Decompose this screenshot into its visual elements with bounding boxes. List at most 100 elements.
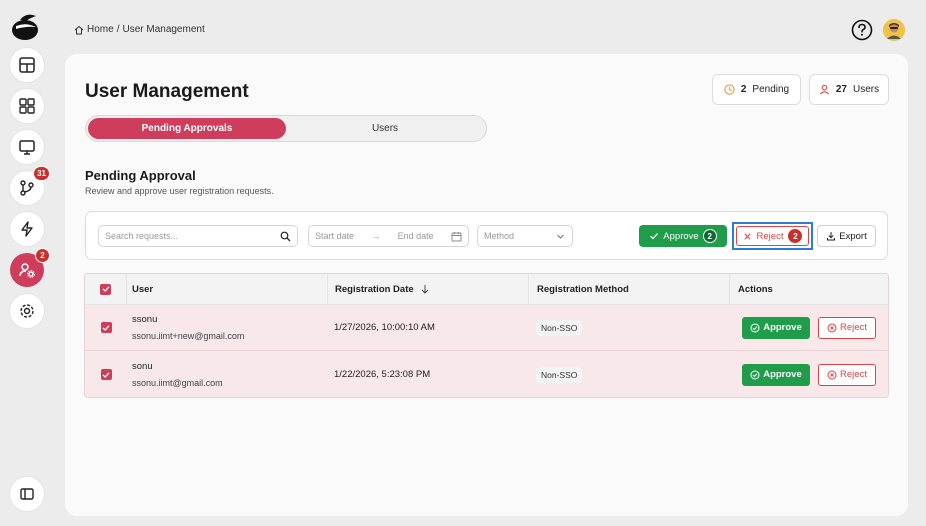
user-email: ssonu.iimt+new@gmail.com — [132, 331, 245, 341]
bulk-approve-label: Approve — [663, 230, 699, 242]
bulk-reject-count: 2 — [788, 229, 803, 243]
reject-label: Reject — [840, 322, 867, 333]
select-all-checkbox[interactable] — [100, 283, 111, 295]
pending-count-chip[interactable]: 2 Pending — [712, 74, 801, 105]
reject-label: Reject — [840, 369, 867, 380]
sidebar-item-settings[interactable] — [10, 294, 44, 328]
method-placeholder: Method — [484, 231, 515, 241]
user-cell: sonu ssonu.iimt@gmail.com — [127, 361, 327, 388]
main-panel: User Management 2 Pending 27 Users Pendi… — [65, 54, 908, 516]
search-placeholder: Search requests... — [105, 231, 179, 241]
x-circle-icon — [827, 323, 837, 332]
pending-label: Pending — [752, 84, 790, 95]
actions-cell: Approve Reject — [729, 305, 888, 350]
breadcrumb-separator: / — [116, 24, 120, 35]
row-checkbox[interactable] — [100, 322, 112, 333]
check-circle-icon — [750, 323, 760, 332]
tab-users[interactable]: Users — [286, 118, 484, 139]
end-date-placeholder: End date — [397, 231, 434, 241]
download-icon — [827, 232, 836, 241]
row-select-cell — [85, 351, 127, 397]
user-name: sonu — [132, 361, 153, 372]
monitor-icon — [19, 140, 35, 155]
close-icon — [743, 232, 751, 240]
breadcrumb-home[interactable]: Home — [87, 24, 114, 35]
users-count: 27 — [835, 84, 847, 95]
x-circle-icon — [827, 370, 837, 379]
sidebar-item-user-management[interactable]: 2 — [10, 248, 50, 287]
check-icon — [102, 324, 110, 331]
breadcrumb-current: User Management — [122, 24, 205, 35]
sidebar-item-apps[interactable] — [10, 89, 44, 123]
sort-desc-icon[interactable] — [420, 284, 430, 294]
date-range-picker[interactable]: Start date → End date — [308, 225, 469, 247]
reject-button[interactable]: Reject — [818, 363, 876, 386]
approve-label: Approve — [763, 369, 802, 380]
check-circle-icon — [750, 370, 760, 379]
column-header-registration-date[interactable]: Registration Date — [327, 274, 528, 304]
check-icon — [102, 371, 110, 378]
chevron-down-icon — [557, 234, 564, 239]
method-select[interactable]: Method — [477, 225, 573, 247]
check-icon — [650, 233, 659, 240]
avatar[interactable] — [883, 19, 905, 41]
users-count-chip[interactable]: 27 Users — [809, 74, 889, 105]
user-email: ssonu.iimt@gmail.com — [132, 378, 223, 388]
pull-requests-badge: 31 — [33, 166, 50, 181]
row-checkbox[interactable] — [100, 369, 112, 380]
search-icon — [280, 231, 291, 241]
page-title: User Management — [85, 81, 249, 102]
users-label: Users — [853, 84, 880, 95]
user-icon — [819, 84, 829, 95]
search-input[interactable]: Search requests... — [98, 225, 298, 247]
user-name: ssonu — [132, 314, 158, 325]
registration-date: 1/22/2026, 5:23:08 PM — [334, 369, 431, 380]
lightning-icon — [21, 221, 33, 237]
column-header-registration-method[interactable]: Registration Method — [528, 274, 729, 304]
bulk-approve-count: 2 — [702, 229, 717, 243]
sidebar-toggle-button[interactable] — [10, 477, 44, 511]
home-icon[interactable] — [74, 25, 84, 35]
pending-requests-table: User Registration Date Registration Meth… — [84, 273, 889, 398]
sidebar-item-monitor[interactable] — [10, 130, 44, 164]
column-header-user[interactable]: User — [127, 274, 327, 304]
sidebar-item-pull-requests[interactable]: 31 — [10, 166, 50, 205]
column-header-actions: Actions — [729, 274, 888, 304]
user-gear-icon — [19, 263, 35, 278]
approve-button[interactable]: Approve — [742, 316, 810, 339]
row-select-cell — [85, 305, 127, 350]
user-avatar-icon — [883, 19, 905, 41]
date-range-arrow: → — [371, 231, 381, 241]
section-title: Pending Approval — [85, 168, 196, 183]
select-all-cell — [85, 274, 127, 304]
app-logo-icon[interactable] — [10, 10, 42, 42]
export-button[interactable]: Export — [817, 225, 876, 247]
table-row: ssonu ssonu.iimt+new@gmail.com 1/27/2026… — [85, 305, 888, 351]
breadcrumb: Home / User Management — [74, 24, 205, 35]
approve-label: Approve — [763, 322, 802, 333]
user-cell: ssonu ssonu.iimt+new@gmail.com — [127, 314, 327, 341]
method-badge: Non-SSO — [536, 319, 583, 336]
gear-icon — [20, 304, 34, 318]
user-management-badge: 2 — [35, 248, 50, 263]
export-label: Export — [839, 230, 867, 242]
registration-date: 1/27/2026, 10:00:10 AM — [334, 322, 435, 333]
panel-toggle-icon — [20, 488, 34, 500]
bulk-reject-button[interactable]: Reject 2 — [732, 222, 813, 250]
method-cell: Non-SSO — [528, 366, 729, 383]
method-cell: Non-SSO — [528, 319, 729, 336]
reject-button[interactable]: Reject — [818, 316, 876, 339]
tab-pending-approvals[interactable]: Pending Approvals — [88, 118, 286, 139]
bulk-reject-label: Reject — [756, 230, 784, 242]
layout-icon — [19, 57, 35, 73]
help-icon[interactable] — [851, 19, 873, 41]
sidebar-item-activity[interactable] — [10, 212, 44, 246]
bulk-approve-button[interactable]: Approve 2 — [639, 225, 727, 247]
calendar-icon — [451, 231, 462, 241]
sidebar: 31 2 — [0, 0, 54, 526]
approve-button[interactable]: Approve — [742, 363, 810, 386]
view-tabs: Pending Approvals Users — [85, 115, 487, 142]
start-date-placeholder: Start date — [315, 231, 355, 241]
check-icon — [102, 286, 109, 292]
sidebar-item-dashboard[interactable] — [10, 48, 44, 82]
